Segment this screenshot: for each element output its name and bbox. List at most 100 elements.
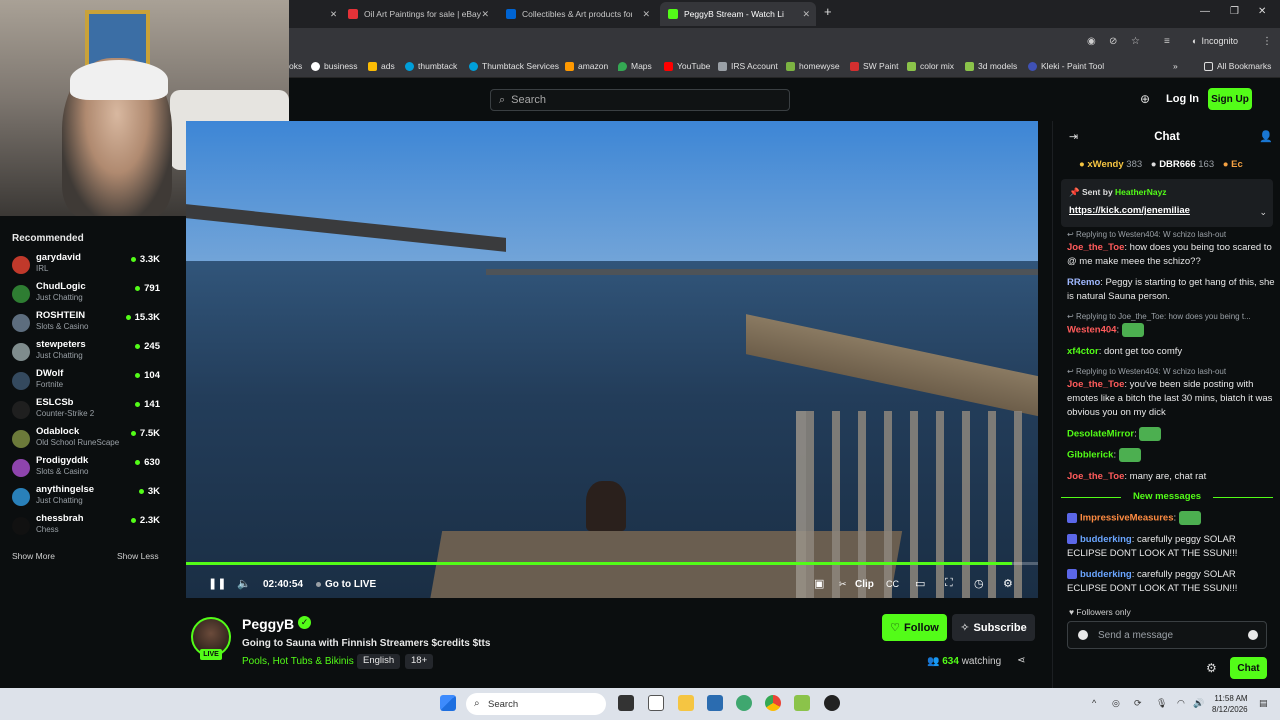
close-tab-icon[interactable]: ✕ [642, 9, 650, 20]
close-window-icon[interactable]: ✕ [1258, 6, 1266, 17]
stream-category[interactable]: Pools, Hot Tubs & Bikinis [242, 656, 354, 667]
tray-icon[interactable]: ◎ [1112, 698, 1120, 709]
tag-language[interactable]: English [357, 654, 401, 669]
star-icon[interactable]: ☆ [1131, 36, 1140, 47]
sidebar-channel-chudlogic[interactable]: ChudLogic Just Chatting 791 [10, 280, 160, 306]
go-to-live-button[interactable]: Go to LIVE [316, 579, 376, 590]
app-icon[interactable] [794, 695, 810, 711]
wifi-icon[interactable]: ◠ [1177, 698, 1185, 709]
chat-username[interactable]: RRemo [1067, 277, 1100, 288]
reply-context[interactable]: ↩ Replying to Westen404: W schizo lash-o… [1067, 229, 1275, 241]
chat-username[interactable]: Joe_the_Toe [1067, 242, 1124, 253]
tracking-icon[interactable]: ⊘ [1109, 36, 1117, 47]
chat-username[interactable]: budderking [1080, 569, 1132, 580]
chat-username[interactable]: Joe_the_Toe [1067, 379, 1124, 390]
chat-username[interactable]: DesolateMirror [1067, 428, 1134, 439]
close-tab-icon[interactable]: ✕ [481, 9, 489, 20]
file-explorer-icon[interactable] [678, 695, 694, 711]
tag-age[interactable]: 18+ [405, 654, 434, 669]
file-icon[interactable] [648, 695, 664, 711]
restore-icon[interactable]: ❐ [1230, 6, 1239, 17]
menu-dots-icon[interactable]: ⋮ [1262, 36, 1272, 47]
bookmark[interactable]: Maps [618, 61, 652, 71]
edge-icon[interactable] [736, 695, 752, 711]
app-icon[interactable] [824, 695, 840, 711]
subscribe-button[interactable]: ✧ Subscribe [952, 614, 1035, 641]
language-globe-icon[interactable]: ⊕ [1140, 92, 1150, 106]
chrome-icon[interactable] [765, 695, 781, 711]
reply-context[interactable]: ↩ Replying to Joe_the_Toe: how does you … [1067, 311, 1275, 323]
volume-icon[interactable]: 🔈 [237, 577, 251, 590]
bookmark[interactable]: ads [368, 61, 395, 71]
video-player[interactable] [186, 121, 1038, 598]
bookmark[interactable]: business [311, 61, 358, 71]
bookmark[interactable]: Thumbtack Services [469, 61, 559, 71]
new-tab-icon[interactable]: + [824, 4, 832, 19]
tab-ebay-oil[interactable]: Oil Art Paintings for sale | eBay ✕ [340, 2, 495, 26]
emoji-icon[interactable] [1078, 630, 1088, 640]
chat-username[interactable]: Gibblerick [1067, 450, 1113, 461]
gifter[interactable]: ● Ec [1223, 159, 1243, 170]
taskbar-clock[interactable]: 11:58 AM 8/12/2026 [1212, 693, 1248, 715]
minimize-icon[interactable]: — [1200, 6, 1210, 17]
microphone-icon[interactable]: 🎙 [1156, 698, 1167, 709]
playback-speed-icon[interactable]: ◷ [974, 577, 984, 590]
bookmark[interactable]: 3d models [965, 61, 1017, 71]
follow-button[interactable]: ♡ Follow [882, 614, 947, 641]
bookmark[interactable]: homewyse [786, 61, 840, 71]
store-icon[interactable] [707, 695, 723, 711]
taskbar-search[interactable]: ⌕ Search [466, 693, 606, 715]
tab-peggyb-stream[interactable]: PeggyB Stream - Watch Live ✕ [660, 2, 816, 26]
chat-users-icon[interactable]: 👤 [1259, 130, 1273, 143]
speaker-icon[interactable]: 🔊 [1193, 698, 1204, 709]
notifications-icon[interactable]: ▤ [1259, 698, 1268, 709]
reply-context[interactable]: ↩ Replying to Westen404: W schizo lash-o… [1067, 366, 1275, 378]
share-icon[interactable]: ⋖ [1017, 655, 1025, 666]
bookmark[interactable]: Kleki - Paint Tool [1028, 61, 1104, 71]
tray-chevron-icon[interactable]: ^ [1092, 698, 1096, 708]
clip-icon[interactable]: ✂ [839, 579, 847, 590]
new-messages-divider[interactable]: New messages [1061, 491, 1273, 505]
chevron-down-icon[interactable]: ⌄ [1259, 207, 1267, 218]
streamer-name[interactable]: PeggyB [242, 616, 294, 632]
sidebar-channel-prodigyddk[interactable]: Prodigyddk Slots & Casino 630 [10, 454, 160, 480]
pinned-link[interactable]: https://kick.com/jenemiliae [1069, 205, 1190, 216]
miniplayer-icon[interactable]: ▣ [814, 577, 824, 590]
bookmark[interactable]: thumbtack [405, 61, 457, 71]
gifter[interactable]: ● xWendy 383 [1079, 159, 1142, 170]
eye-off-icon[interactable]: ◉ [1087, 36, 1096, 47]
incognito-indicator[interactable]: ◐ Incognito [1192, 36, 1238, 46]
search-input[interactable]: ⌕ Search [490, 89, 790, 111]
sidebar-channel-eslcsb[interactable]: ESLCSb Counter-Strike 2 141 [10, 396, 160, 422]
bookmark[interactable]: color mix [907, 61, 954, 71]
login-button[interactable]: Log In [1166, 93, 1199, 105]
chat-send-button[interactable]: Chat [1230, 657, 1267, 679]
pinned-user[interactable]: HeatherNayz [1115, 187, 1167, 197]
sidebar-channel-anythingelse[interactable]: anythingelse Just Chatting 3K [10, 483, 160, 509]
chat-message-input[interactable]: Send a message [1067, 621, 1267, 649]
show-less-button[interactable]: Show Less [117, 551, 159, 561]
pause-icon[interactable]: ❚❚ [208, 577, 226, 590]
tab-ebay-collectibles[interactable]: Collectibles & Art products for sale | e… [498, 2, 656, 26]
task-view-icon[interactable] [618, 695, 634, 711]
sidebar-channel-chessbrah[interactable]: chessbrah Chess 2.3K [10, 512, 160, 538]
bookmark[interactable]: SW Paint [850, 61, 898, 71]
theater-mode-icon[interactable]: ▭ [915, 577, 925, 590]
sidebar-channel-stewpeters[interactable]: stewpeters Just Chatting 245 [10, 338, 160, 364]
all-bookmarks[interactable]: All Bookmarks [1204, 61, 1271, 71]
bookmark[interactable]: amazon [565, 61, 608, 71]
gifter[interactable]: ● DBR666 163 [1151, 159, 1214, 170]
pinned-message[interactable]: 📌 Sent by HeatherNayz https://kick.com/j… [1061, 179, 1273, 227]
fullscreen-icon[interactable]: ⛶ [945, 577, 953, 590]
signup-button[interactable]: Sign Up [1208, 88, 1252, 110]
chat-username[interactable]: budderking [1080, 534, 1132, 545]
close-tab-icon[interactable]: ✕ [802, 9, 810, 20]
chat-username[interactable]: Westen404 [1067, 325, 1116, 336]
sidebar-channel-dwolf[interactable]: DWolf Fortnite 104 [10, 367, 160, 393]
chat-username[interactable]: ImpressiveMeasures [1080, 513, 1173, 524]
bookmark[interactable]: IRS Account [718, 61, 778, 71]
chat-username[interactable]: Joe_the_Toe [1067, 471, 1124, 482]
settings-gear-icon[interactable]: ⚙ [1003, 577, 1013, 590]
progress-bar[interactable] [186, 562, 1038, 565]
close-tab-icon[interactable]: ✕ [322, 2, 338, 26]
